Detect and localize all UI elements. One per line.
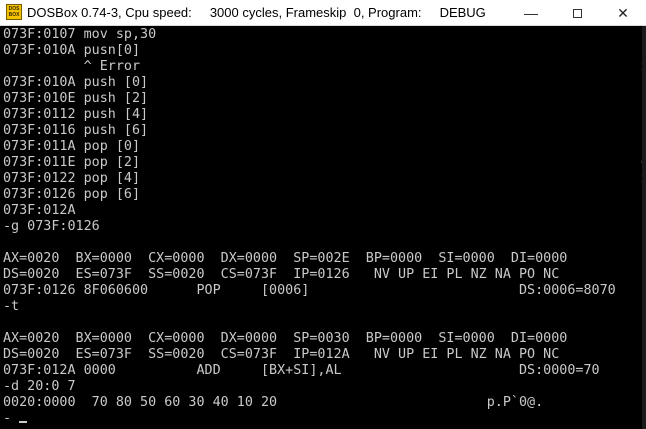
maximize-icon [572,8,582,18]
terminal-line: 073F:0126 pop [6] [3,187,141,202]
terminal-line: 073F:0122 pop [4] [3,171,141,186]
terminal-line: AX=0020 BX=0000 CX=0000 DX=0000 SP=0030 … [3,331,568,346]
minimize-button[interactable]: — [508,0,554,26]
terminal-line: -d 20:0 7 [3,379,76,394]
terminal-line: 073F:010A pusn[0] [3,43,141,58]
text-cursor [19,421,28,423]
terminal-line: 073F:010A push [0] [3,75,149,90]
command-prompt[interactable]: - [3,411,28,427]
terminal-line: 073F:0112 push [4] [3,107,149,122]
window-title: DOSBox 0.74-3, Cpu speed: 3000 cycles, F… [27,5,486,20]
terminal-line: 073F:012A 0000 ADD [BX+SI],AL DS:0000=70 [3,363,600,378]
title-bar[interactable]: DOS BOX DOSBox 0.74-3, Cpu speed: 3000 c… [0,0,646,26]
terminal-line: ^ Error [3,59,141,74]
terminal-line: 073F:0126 8F060600 POP [0006] DS:0006=80… [3,283,616,298]
terminal-line: 073F:011E pop [2] [3,155,141,170]
dos-terminal[interactable]: 073F:0107 mov sp,30 073F:010A pusn[0] ^ E… [0,26,646,429]
maximize-button[interactable] [554,0,600,26]
close-button[interactable]: ✕ [600,0,646,26]
terminal-line: 073F:0116 push [6] [3,123,149,138]
terminal-line: 073F:0107 mov sp,30 [3,27,157,42]
window-edge [642,26,646,429]
terminal-line: 073F:011A pop [0] [3,139,141,154]
dosbox-icon[interactable]: DOS BOX [6,4,22,20]
terminal-line: -g 073F:0126 [3,219,100,234]
prompt-symbol: - [3,411,20,426]
terminal-line: 073F:012A [3,203,76,218]
terminal-line: DS=0020 ES=073F SS=0020 CS=073F IP=0126 … [3,267,560,282]
terminal-line: DS=0020 ES=073F SS=0020 CS=073F IP=012A … [3,347,560,362]
terminal-line: 073F:010E push [2] [3,91,149,106]
terminal-line: AX=0020 BX=0000 CX=0000 DX=0000 SP=002E … [3,251,568,266]
terminal-line: 0020:0000 70 80 50 60 30 40 10 20 p.P`0@… [3,395,544,410]
terminal-line: -t [3,299,20,314]
